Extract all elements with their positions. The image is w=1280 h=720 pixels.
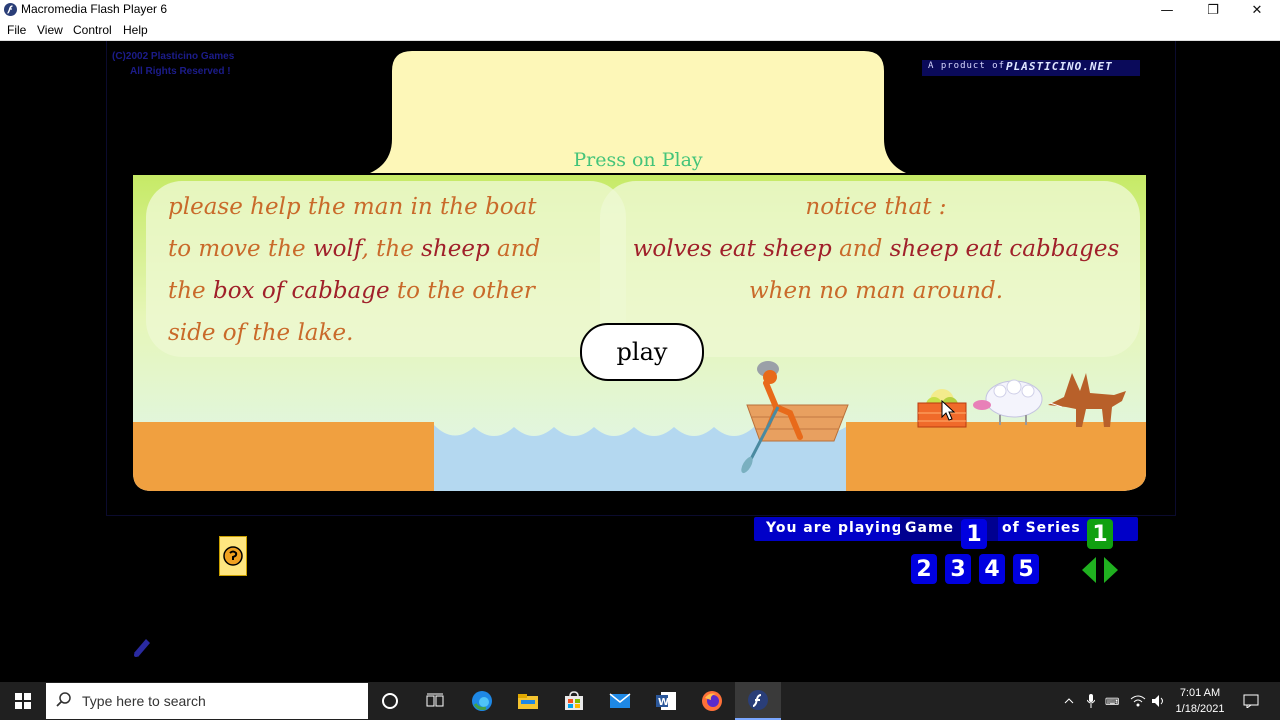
flash-stage: (C)2002 Plasticino Games All Rights Rese… <box>0 41 1280 682</box>
menu-view[interactable]: View <box>37 23 63 37</box>
music-toggle-icon[interactable] <box>219 536 247 576</box>
taskbar-search-box[interactable]: Type here to search <box>46 683 368 719</box>
notice-heading: notice that : <box>805 194 947 220</box>
window-title: Macromedia Flash Player 6 <box>21 2 168 16</box>
current-game-badge: 1 <box>961 519 987 549</box>
file-explorer-icon[interactable] <box>505 682 551 720</box>
search-placeholder: Type here to search <box>82 693 206 709</box>
of-series-label: of Series <box>1002 520 1081 536</box>
windows-logo-icon <box>15 693 31 709</box>
series-arrows <box>1082 557 1118 583</box>
flash-app-icon <box>4 3 17 16</box>
right-bank <box>846 422 1146 491</box>
network-icon[interactable] <box>1128 682 1148 720</box>
input-method-indicator[interactable]: ⌨ <box>1102 682 1124 720</box>
instruction-line-1: please help the man in the boat <box>168 194 537 220</box>
game-5-button[interactable]: 5 <box>1013 554 1039 584</box>
cortana-icon[interactable] <box>367 682 413 720</box>
menu-file[interactable]: File <box>7 23 26 37</box>
edge-browser-icon[interactable] <box>459 682 505 720</box>
svg-text:⌨: ⌨ <box>1105 697 1119 708</box>
restore-button[interactable]: ❐ <box>1190 0 1236 20</box>
taskbar: Type here to search W ⌨ 7:01 AM 1/18/202… <box>0 682 1280 720</box>
series-next-arrow-icon <box>1104 557 1118 583</box>
instructions-right: notice that : wolves eat sheep and sheep… <box>600 186 1152 312</box>
wolves-eat-sheep: wolves eat sheep <box>632 236 832 262</box>
game-label: Game <box>905 520 955 536</box>
minimize-button[interactable]: — <box>1144 0 1190 20</box>
system-clock[interactable]: 7:01 AM 1/18/2021 <box>1168 685 1232 717</box>
game-2-button[interactable]: 2 <box>911 554 937 584</box>
instruction-line-2: to move the wolf, the sheep and <box>168 228 608 270</box>
you-are-playing-label: You are playing <box>766 520 903 536</box>
start-button[interactable] <box>0 682 46 720</box>
series-prev-arrow-icon <box>1082 557 1096 583</box>
svg-text:W: W <box>658 697 669 708</box>
clock-date: 1/18/2021 <box>1175 703 1225 715</box>
word-icon[interactable]: W <box>643 682 689 720</box>
play-button[interactable]: play <box>580 323 704 381</box>
sheep-highlight: sheep <box>421 236 490 262</box>
menu-help[interactable]: Help <box>123 23 148 37</box>
series-bar: You are playing Game of Series <box>754 517 1138 541</box>
left-bank <box>133 422 434 491</box>
instruction-line-3: the box of cabbage to the other <box>168 270 608 312</box>
text-segment: to move the <box>168 236 313 262</box>
text-segment: , the <box>361 236 422 262</box>
flash-player-taskbar-icon[interactable] <box>735 682 781 720</box>
text-segment: the <box>168 278 213 304</box>
instruction-line-4: side of the lake. <box>168 320 354 346</box>
volume-icon[interactable] <box>1150 682 1168 720</box>
current-series-badge: 1 <box>1087 519 1113 549</box>
instructions-left: please help the man in the boat to move … <box>168 186 608 354</box>
firefox-icon[interactable] <box>689 682 735 720</box>
menu-control[interactable]: Control <box>73 23 112 37</box>
menu-bar: File View Control Help <box>0 20 1280 41</box>
notice-line-3: when no man around. <box>748 278 1004 304</box>
title-bar: Macromedia Flash Player 6 — ❐ ✕ <box>0 0 1280 20</box>
mail-icon[interactable] <box>597 682 643 720</box>
cabbage-highlight: box of cabbage <box>212 278 390 304</box>
notice-line-2: wolves eat sheep and sheep eat cabbages <box>600 228 1152 270</box>
microphone-icon[interactable] <box>1082 682 1100 720</box>
task-view-icon[interactable] <box>412 682 458 720</box>
game-4-button[interactable]: 4 <box>979 554 1005 584</box>
text-segment: and <box>831 236 890 262</box>
clock-time: 7:01 AM <box>1179 687 1221 699</box>
text-segment: to the other <box>389 278 535 304</box>
status-tab: Press on Play <box>370 51 906 173</box>
microsoft-store-icon[interactable] <box>551 682 597 720</box>
status-message: Press on Play <box>573 149 703 171</box>
tray-overflow-icon[interactable] <box>1060 682 1078 720</box>
notifications-icon[interactable] <box>1236 682 1266 720</box>
wolf-highlight: wolf <box>312 236 362 262</box>
game-3-button[interactable]: 3 <box>945 554 971 584</box>
sheep-eat-cabbages: sheep eat cabbages <box>889 236 1120 262</box>
text-segment: and <box>489 236 541 262</box>
close-button[interactable]: ✕ <box>1234 0 1280 20</box>
search-icon <box>56 692 71 707</box>
